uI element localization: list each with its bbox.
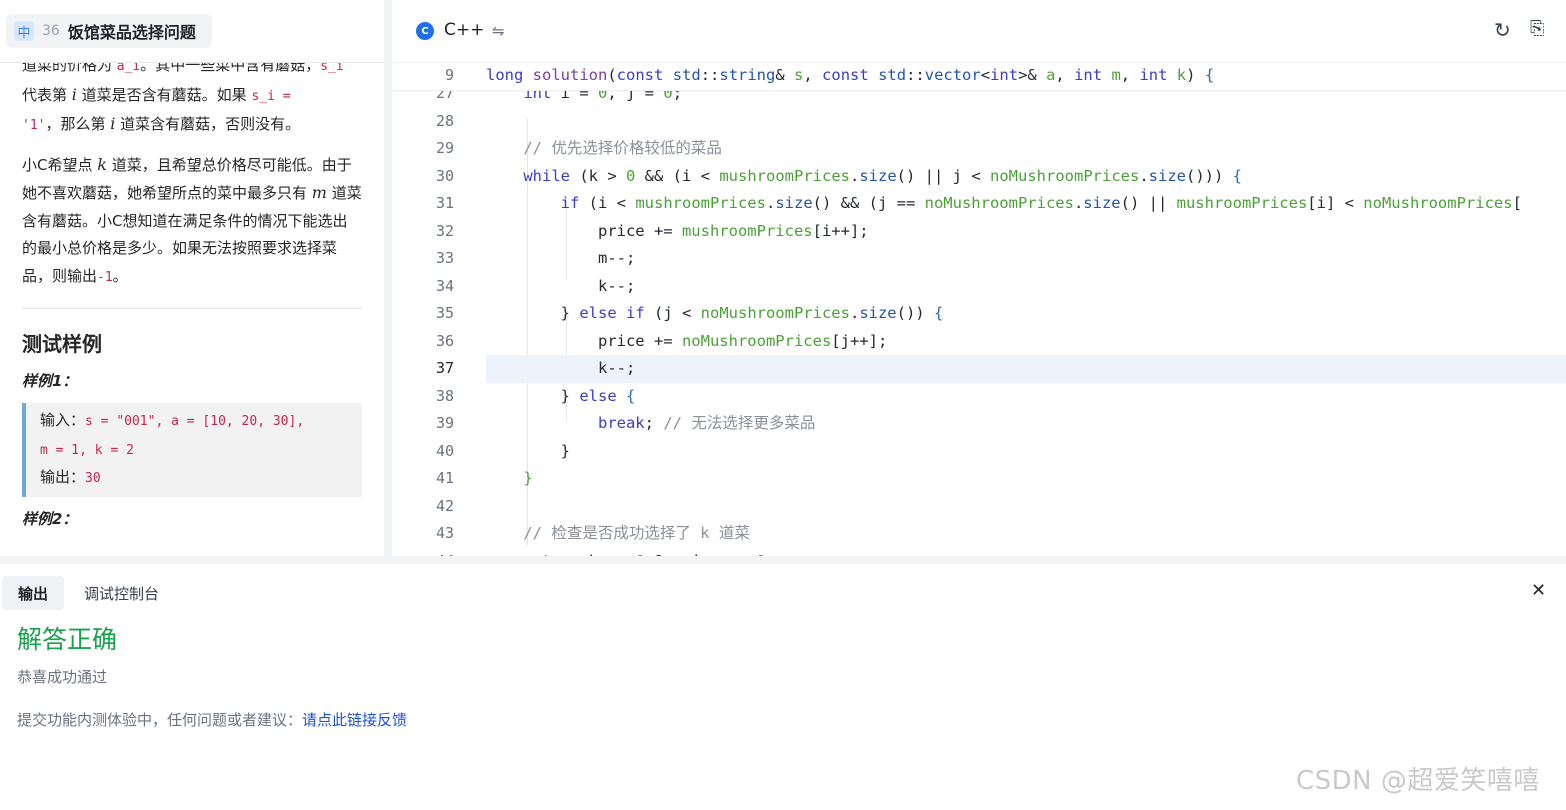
problem-title-tag[interactable]: 中 36 饭馆菜品选择问题 xyxy=(6,14,212,48)
problem-number: 36 xyxy=(42,23,60,39)
sticky-scroll-line[interactable]: 9 long solution(const std::string& s, co… xyxy=(392,62,1566,91)
result-status: 解答正确 xyxy=(17,625,118,654)
watermark: CSDN @超爱笑嘻嘻 xyxy=(1296,766,1540,796)
problem-title: 饭馆菜品选择问题 xyxy=(67,23,196,42)
problem-description: 道菜的价格为 a_i。其中一些菜中含有蘑菇，s_i 代表第 i 道菜是否含有蘑菇… xyxy=(22,52,362,533)
code-line[interactable]: 34 k--; xyxy=(392,273,1566,301)
code-line[interactable]: 31 if (i < mushroomPrices.size() && (j =… xyxy=(392,190,1566,218)
example-input-label: 输入： xyxy=(40,411,86,429)
example-input-code: s = "001", a = [10, 20, 30], xyxy=(85,414,305,429)
code-line[interactable]: 39 break; // 无法选择更多菜品 xyxy=(392,410,1566,438)
language-badge: 中 xyxy=(14,21,34,41)
section-divider xyxy=(22,308,362,309)
panel-splitter[interactable] xyxy=(384,0,392,556)
code-line[interactable]: 42 xyxy=(392,493,1566,521)
code-line[interactable]: 38 } else { xyxy=(392,383,1566,411)
code-line[interactable]: 41 } xyxy=(392,465,1566,493)
example-1-label: 样例1： xyxy=(22,372,78,390)
feedback-link[interactable]: 请点此链接反馈 xyxy=(302,711,407,729)
output-panel: 输出 调试控制台 ✕ 解答正确 恭喜成功通过 提交功能内测体验中，任何问题或者建… xyxy=(0,564,1566,810)
description-paragraph-2: 小C希望点 k 道菜，且希望总价格尽可能低。由于她不喜欢蘑菇，她希望所点的菜中最… xyxy=(22,154,362,285)
language-selector[interactable]: C++ xyxy=(444,20,484,40)
code-editor[interactable]: C C++ ⇋ ↻ ⎘ 9 long solution(const std::s… xyxy=(392,0,1566,556)
tab-output[interactable]: 输出 xyxy=(2,576,64,610)
code-line[interactable]: 30 while (k > 0 && (i < mushroomPrices.s… xyxy=(392,163,1566,191)
code-line[interactable]: 36 price += noMushroomPrices[j++]; xyxy=(392,328,1566,356)
feedback-note: 提交功能内测体验中，任何问题或者建议：请点此链接反馈 xyxy=(17,711,408,729)
code-line[interactable]: 32 price += mushroomPrices[i++]; xyxy=(392,218,1566,246)
example-output-code: 30 xyxy=(85,471,101,486)
sticky-code: long solution(const std::string& s, cons… xyxy=(486,66,1215,84)
refresh-icon[interactable]: ↻ xyxy=(1494,18,1511,42)
current-line-highlight xyxy=(486,355,1566,383)
format-icon[interactable]: ⎘ xyxy=(1530,18,1544,39)
code-line[interactable]: 40 } xyxy=(392,438,1566,466)
editor-toolbar: C C++ ⇋ ↻ ⎘ xyxy=(392,0,1566,63)
cpp-logo-icon: C xyxy=(416,22,434,40)
code-line[interactable]: 43 // 检查是否成功选择了 k 道菜 xyxy=(392,520,1566,548)
close-icon[interactable]: ✕ xyxy=(1531,580,1546,601)
example-output-label: 输出： xyxy=(40,468,86,486)
example-input-code-cont: m = 1, k = 2 xyxy=(40,442,134,458)
code-line[interactable]: 29 // 优先选择价格较低的菜品 xyxy=(392,135,1566,163)
code-line-current[interactable]: 37 k--; xyxy=(392,355,1566,383)
code-line[interactable]: 44 return k == 0 ? price : -1; xyxy=(392,548,1566,557)
result-message: 恭喜成功通过 xyxy=(17,668,108,686)
example-2-label: 样例2： xyxy=(22,509,78,528)
code-line[interactable]: 35 } else if (j < noMushroomPrices.size(… xyxy=(392,300,1566,328)
code-line[interactable]: 33 m--; xyxy=(392,245,1566,273)
problem-header: 中 36 饭馆菜品选择问题 xyxy=(0,0,384,63)
problem-panel[interactable]: 道菜的价格为 a_i。其中一些菜中含有蘑菇，s_i 代表第 i 道菜是否含有蘑菇… xyxy=(0,0,384,556)
description-paragraph-1: 道菜的价格为 a_i。其中一些菜中含有蘑菇，s_i 代表第 i 道菜是否含有蘑菇… xyxy=(22,56,344,133)
example-1-box: 输入：s = "001", a = [10, 20, 30], m = 1, k… xyxy=(22,403,362,497)
examples-heading: 测试样例 xyxy=(22,332,102,356)
code-line[interactable]: 28 xyxy=(392,108,1566,136)
swap-icon[interactable]: ⇋ xyxy=(492,22,505,40)
sticky-line-number: 9 xyxy=(444,66,454,84)
code-lines[interactable]: 27 int i = 0, j = 0; 28 29 // 优先选择价格较低的菜… xyxy=(392,80,1566,556)
tab-debug-console[interactable]: 调试控制台 xyxy=(84,583,159,604)
